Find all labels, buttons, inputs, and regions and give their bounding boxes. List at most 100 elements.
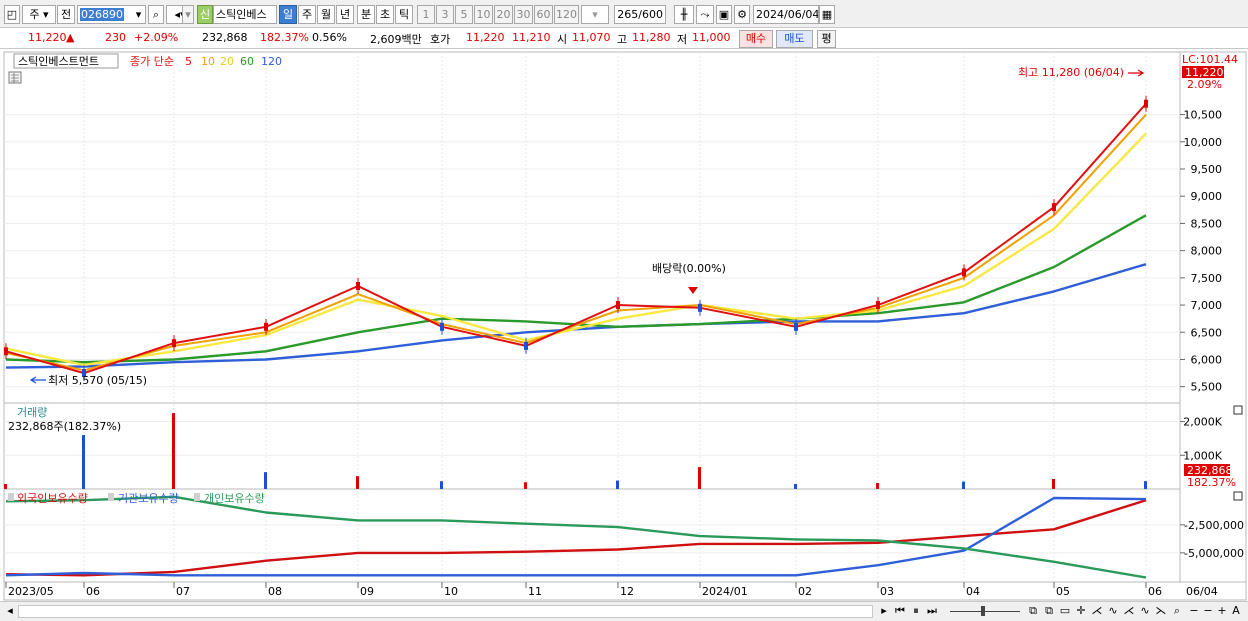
save-icon[interactable]: ▣ xyxy=(716,5,732,24)
minute-30[interactable]: 30 xyxy=(514,5,533,24)
period-week[interactable]: 주 xyxy=(298,5,316,24)
y-tick-label: 6,000 xyxy=(1191,353,1223,366)
x-tick-label: 02 xyxy=(798,585,812,598)
period-day[interactable]: 일 xyxy=(279,5,297,24)
period-tick[interactable]: 틱 xyxy=(395,5,413,24)
market-select[interactable]: 주 ▾ xyxy=(22,5,56,24)
volume-title: 거래량 xyxy=(17,406,47,419)
chart-svg: 5,500 6,000 6,500 7,000 7,500 8,000 8,500 9,000… xyxy=(3,51,1247,601)
split-icon[interactable]: ⧉ xyxy=(1042,604,1056,619)
count-value: 265 xyxy=(617,8,639,21)
x-tick-label: 11 xyxy=(528,585,542,598)
low-annotation: 최저 5,570 (05/15) xyxy=(48,374,147,387)
indicator-icon[interactable]: ⤳ xyxy=(696,5,714,24)
lc-label: LC:101.44 xyxy=(1182,53,1238,66)
volume-bar xyxy=(356,476,359,489)
y-tick-label: 9,000 xyxy=(1191,190,1223,203)
zoom-slider-track[interactable] xyxy=(950,611,1020,612)
foreign-legend-icon xyxy=(8,493,14,501)
draw2-icon[interactable]: ∿ xyxy=(1138,604,1152,619)
gear-icon[interactable]: ⚙ xyxy=(734,5,750,24)
count-field[interactable]: 265/600 xyxy=(614,5,666,24)
ma-legend-20: 20 xyxy=(220,55,234,68)
font-size-icon[interactable]: A xyxy=(1230,604,1242,619)
candle-body xyxy=(1144,99,1148,108)
minute-10[interactable]: 10 xyxy=(474,5,493,24)
average-button[interactable]: 평 xyxy=(817,30,836,48)
minute-60[interactable]: 60 xyxy=(534,5,553,24)
high-label: 고 xyxy=(617,33,628,46)
zoom-icon[interactable]: ⌕ xyxy=(1170,604,1184,619)
sell-button[interactable]: 매도 xyxy=(776,30,813,48)
period-year[interactable]: 년 xyxy=(336,5,354,24)
period-second[interactable]: 초 xyxy=(376,5,394,24)
minus-icon[interactable]: − xyxy=(1202,604,1214,619)
calendar-icon[interactable]: ▦ xyxy=(819,5,835,24)
volume-close-icon[interactable] xyxy=(1233,405,1243,415)
candle-body xyxy=(698,303,702,312)
x-tick-label: 12 xyxy=(620,585,634,598)
volume-bar xyxy=(876,482,879,489)
pause-icon[interactable]: ⏸ xyxy=(909,604,923,619)
holdings-tick-label: -2,500,000 xyxy=(1184,519,1244,532)
institution-legend-icon xyxy=(108,493,114,501)
y-tick-label: 10,000 xyxy=(1184,136,1223,149)
period-month[interactable]: 월 xyxy=(317,5,335,24)
holdings-close-icon[interactable] xyxy=(1233,491,1243,501)
minute-120[interactable]: 120 xyxy=(554,5,579,24)
high-price: 11,280 xyxy=(632,31,671,44)
volume-bar xyxy=(440,481,443,489)
scroll-left-icon[interactable]: ◂ xyxy=(4,604,16,619)
search-icon[interactable]: ⌕ xyxy=(148,5,164,24)
stock-tag: 스틱인베스트먼트 xyxy=(18,55,99,68)
crosshair-icon[interactable]: ✛ xyxy=(1074,604,1088,619)
candle-type-icon[interactable]: ╫ xyxy=(674,5,694,24)
draw3-icon[interactable]: ⋋ xyxy=(1154,604,1168,619)
shin-badge[interactable]: 신 xyxy=(197,5,213,24)
market-label: 주 xyxy=(29,8,40,21)
volume-bar xyxy=(794,483,797,489)
code-dropdown-icon[interactable]: ▾ xyxy=(132,5,146,24)
x-tick-label: 05 xyxy=(1056,585,1070,598)
buy-button[interactable]: 매수 xyxy=(739,30,773,48)
more-dropdown-icon[interactable]: ▾ xyxy=(182,5,194,24)
stock-name-field[interactable]: 스틱인베스 xyxy=(213,5,277,24)
price-change: 230 xyxy=(105,31,126,44)
plus-icon[interactable]: + xyxy=(1216,604,1228,619)
draw-icon[interactable]: ⋌ xyxy=(1122,604,1136,619)
zoom-out-icon[interactable]: − xyxy=(1188,604,1200,619)
volume-value: 232,868 xyxy=(202,31,248,44)
y-tick-label: 9,500 xyxy=(1191,163,1223,176)
layout-icon[interactable]: ▭ xyxy=(1058,604,1072,619)
minute-5[interactable]: 5 xyxy=(455,5,473,24)
volume-tick-label: 2,000K xyxy=(1183,416,1222,429)
candle-body xyxy=(4,347,8,356)
open-label: 시 xyxy=(557,33,568,46)
open-price: 11,070 xyxy=(572,31,611,44)
last-page-icon[interactable]: ⏭ xyxy=(925,604,939,619)
scroll-right-icon[interactable]: ▸ xyxy=(878,604,890,619)
y-tick-label: 8,000 xyxy=(1191,245,1223,258)
trade-amount: 2,609백만 xyxy=(370,33,422,46)
x-axis-right-label: 06/04 xyxy=(1186,585,1218,598)
overlay-icon[interactable]: ⧉ xyxy=(1026,604,1040,619)
custom-period-select[interactable]: ▾ xyxy=(581,5,609,24)
scroll-track[interactable] xyxy=(18,605,873,618)
wave-icon[interactable]: ∿ xyxy=(1106,604,1120,619)
prev-button[interactable]: 전 xyxy=(57,5,75,24)
trend-icon[interactable]: ⋌ xyxy=(1090,604,1104,619)
volume-bar xyxy=(1144,481,1147,489)
minute-20[interactable]: 20 xyxy=(494,5,513,24)
zoom-slider-handle[interactable] xyxy=(981,606,985,616)
window-icon[interactable]: ◰ xyxy=(4,5,20,24)
quote-bar: 11,220 ▲ 230 +2.09% 232,868 182.37% 0.56… xyxy=(0,28,1248,49)
minute-3[interactable]: 3 xyxy=(436,5,454,24)
date-field[interactable]: 2024/06/04 xyxy=(753,5,819,24)
first-page-icon[interactable]: ⏮ xyxy=(893,604,907,619)
ma-legend-60: 60 xyxy=(240,55,254,68)
low-label: 저 xyxy=(677,33,688,46)
period-minute[interactable]: 분 xyxy=(357,5,375,24)
minute-1[interactable]: 1 xyxy=(417,5,435,24)
change-percent: +2.09% xyxy=(134,31,179,44)
hoga-label: 호가 xyxy=(430,33,451,46)
